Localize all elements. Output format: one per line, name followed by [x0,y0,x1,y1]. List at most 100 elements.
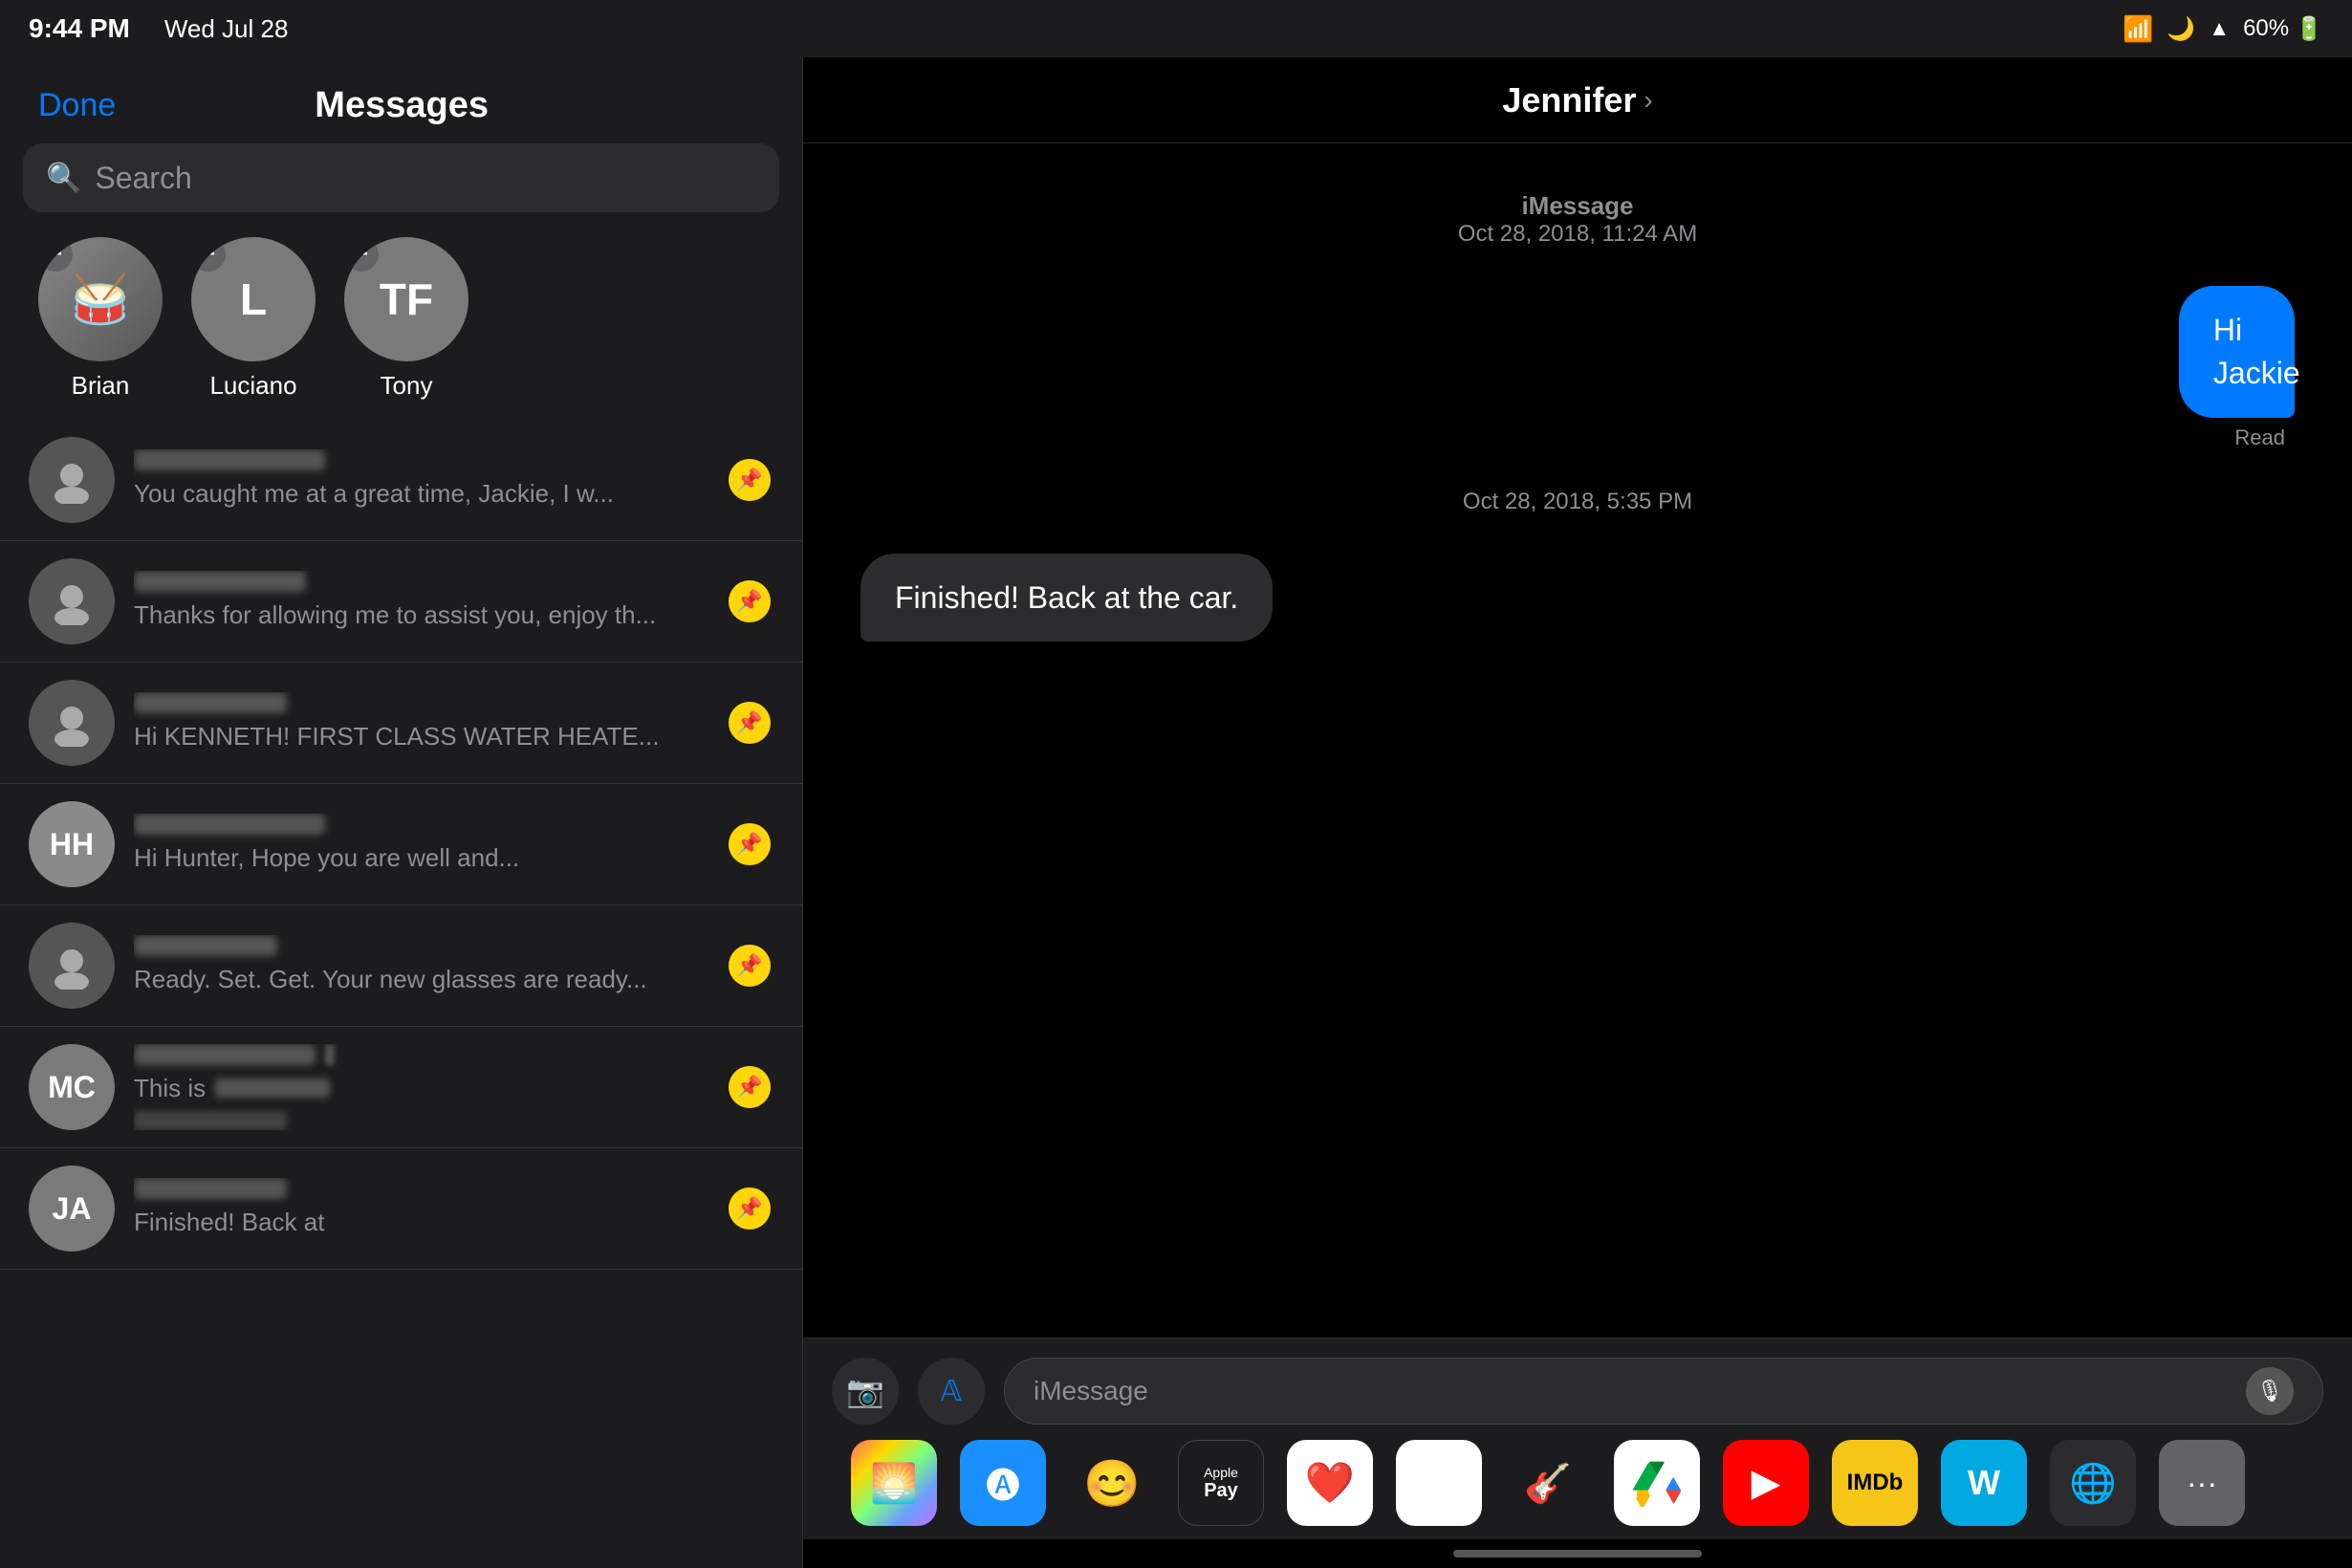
pin-icon-2: 📌 [726,577,773,625]
recent-contact-brian[interactable]: − 🥁 Brian [38,237,163,401]
outgoing-wrap-1: Hi Jackie Read [2102,286,2295,450]
message-bubble-finished: Finished! Back at the car. [860,554,1273,642]
convo-avatar-4: HH [29,801,115,887]
convo-name-blur-2 [134,571,306,592]
message-input[interactable]: iMessage 🎙 [1004,1358,2323,1425]
avatar-tony: − TF [344,237,468,361]
convo-avatar-3 [29,680,115,766]
convo-item-1[interactable]: You caught me at a great time, Jackie, I… [0,420,802,541]
convo-name-blur-1 [134,449,325,470]
message-row-outgoing-1: Hi Jackie Read [860,286,2295,450]
appstore-button[interactable]: 𝔸 [918,1358,985,1425]
avatar-brian: − 🥁 [38,237,163,361]
message-bubble-hi-jackie: Hi Jackie [2179,286,2295,418]
recent-label-luciano: Luciano [209,371,296,401]
chat-header: Jennifer › [803,57,2352,143]
convo-name-row-5 [134,935,707,956]
app-icon-applepay[interactable]: Apple Pay [1178,1440,1264,1526]
camera-button[interactable]: 📷 [832,1358,899,1425]
pin-badge-5: 📌 [729,945,771,987]
messages-area: iMessage Oct 28, 2018, 11:24 AM Hi Jacki… [803,143,2352,1338]
pin-badge-7: 📌 [729,1187,771,1230]
convo-name-row-3 [134,692,707,713]
status-bar: 9:44 PM Wed Jul 28 📶 🌙 ▲ 60% 🔋 [0,0,2352,57]
app-icon-imdb[interactable]: IMDb [1832,1440,1918,1526]
app-icon-youtube[interactable]: ▶ [1723,1440,1809,1526]
convo-name-row-6 [134,1044,707,1065]
convo-content-1: You caught me at a great time, Jackie, I… [134,449,707,511]
pin-icon-4: 📌 [726,820,773,868]
pin-icon-5: 📌 [726,942,773,990]
convo-content-6: This is [134,1044,707,1130]
app-icon-heart[interactable]: ❤️ [1287,1440,1373,1526]
app-icon-memoji[interactable]: 😊 [1069,1440,1155,1526]
home-indicator [803,1539,2352,1568]
convo-name-row-4 [134,814,707,835]
pin-badge-2: 📌 [729,580,771,622]
convo-item-2[interactable]: Thanks for allowing me to assist you, en… [0,541,802,663]
done-button[interactable]: Done [38,87,116,124]
recent-label-tony: Tony [381,371,433,401]
minus-badge-brian: − [38,237,73,272]
input-row: 📷 𝔸 iMessage 🎙 [832,1358,2323,1425]
convo-name-blur-4 [134,814,325,835]
pin-badge-1: 📌 [729,459,771,501]
battery-indicator: 60% 🔋 [2243,15,2323,43]
search-icon: 🔍 [46,162,81,195]
convo-item-6[interactable]: MC This is 📌 [0,1027,802,1148]
app-icon-maps[interactable]: 🗺 [1396,1440,1482,1526]
chat-chevron-icon: › [1644,85,1652,116]
convo-name-row-2 [134,571,707,592]
pin-icon-1: 📌 [726,456,773,504]
convo-item-7[interactable]: JA Finished! Back at 📌 [0,1148,802,1270]
convo-item-5[interactable]: Ready. Set. Get. Your new glasses are re… [0,905,802,1027]
messages-title: Messages [315,85,489,126]
recent-label-brian: Brian [72,371,130,401]
convo-avatar-7: JA [29,1165,115,1252]
signal-icon: ▲ [2209,16,2230,41]
app-icon-gdrive[interactable] [1614,1440,1700,1526]
input-area: 📷 𝔸 iMessage 🎙 🌅 🅐 😊 Apple Pay ❤️ 🗺 🎸 [803,1338,2352,1539]
convo-content-2: Thanks for allowing me to assist you, en… [134,571,707,632]
app-icon-globe[interactable]: 🌐 [2050,1440,2136,1526]
audio-button[interactable]: 🎙 [2246,1367,2294,1415]
timestamp-label-date1: Oct 28, 2018, 11:24 AM [860,221,2295,248]
convo-preview-5: Ready. Set. Get. Your new glasses are re… [134,962,707,996]
pin-icon-7: 📌 [726,1185,773,1232]
status-time: 9:44 PM [29,13,130,44]
left-panel: Done Messages 🔍 Search − 🥁 Brian − [0,57,803,1568]
app-icon-wp[interactable]: W [1941,1440,2027,1526]
pin-icon-3: 📌 [726,699,773,747]
messages-header: Done Messages [0,57,802,143]
convo-preview-6: This is [134,1071,206,1105]
timestamp-label-imessage: iMessage [860,191,2295,221]
timestamp-2: Oct 28, 2018, 5:35 PM [860,489,2295,515]
app-icon-more[interactable]: ··· [2159,1440,2245,1526]
app-icons-row: 🌅 🅐 😊 Apple Pay ❤️ 🗺 🎸 ▶ IMDb W 🌐 ··· [832,1440,2323,1526]
recent-contact-tony[interactable]: − TF Tony [344,237,468,401]
pin-icon-6: 📌 [726,1063,773,1111]
home-bar [1453,1550,1702,1557]
recent-contact-luciano[interactable]: − L Luciano [191,237,316,401]
moon-icon: 🌙 [2167,15,2195,43]
convo-preview-3: Hi KENNETH! FIRST CLASS WATER HEATE... [134,719,707,753]
battery-percent: 60% [2243,15,2289,42]
message-row-incoming-1: Finished! Back at the car. [860,554,2295,642]
app-icon-photos[interactable]: 🌅 [851,1440,937,1526]
convo-item-4[interactable]: HH Hi Hunter, Hope you are well and... 📌 [0,784,802,905]
convo-name-row-1 [134,449,707,470]
pin-badge-3: 📌 [729,702,771,744]
convo-item-3[interactable]: Hi KENNETH! FIRST CLASS WATER HEATE... 📌 [0,663,802,784]
convo-name-blur-6 [134,1044,316,1065]
minus-badge-tony: − [344,237,379,272]
battery-icon-shape: 🔋 [2295,15,2323,43]
app-icon-guitar[interactable]: 🎸 [1505,1440,1591,1526]
pin-badge-4: 📌 [729,823,771,865]
convo-name-row-7 [134,1178,707,1199]
chat-contact-name[interactable]: Jennifer [1502,80,1636,120]
minus-badge-luciano: − [191,237,226,272]
search-input[interactable]: Search [95,161,191,196]
convo-name-blur-3 [134,692,287,713]
app-icon-appstore[interactable]: 🅐 [960,1440,1046,1526]
search-bar[interactable]: 🔍 Search [23,143,779,212]
